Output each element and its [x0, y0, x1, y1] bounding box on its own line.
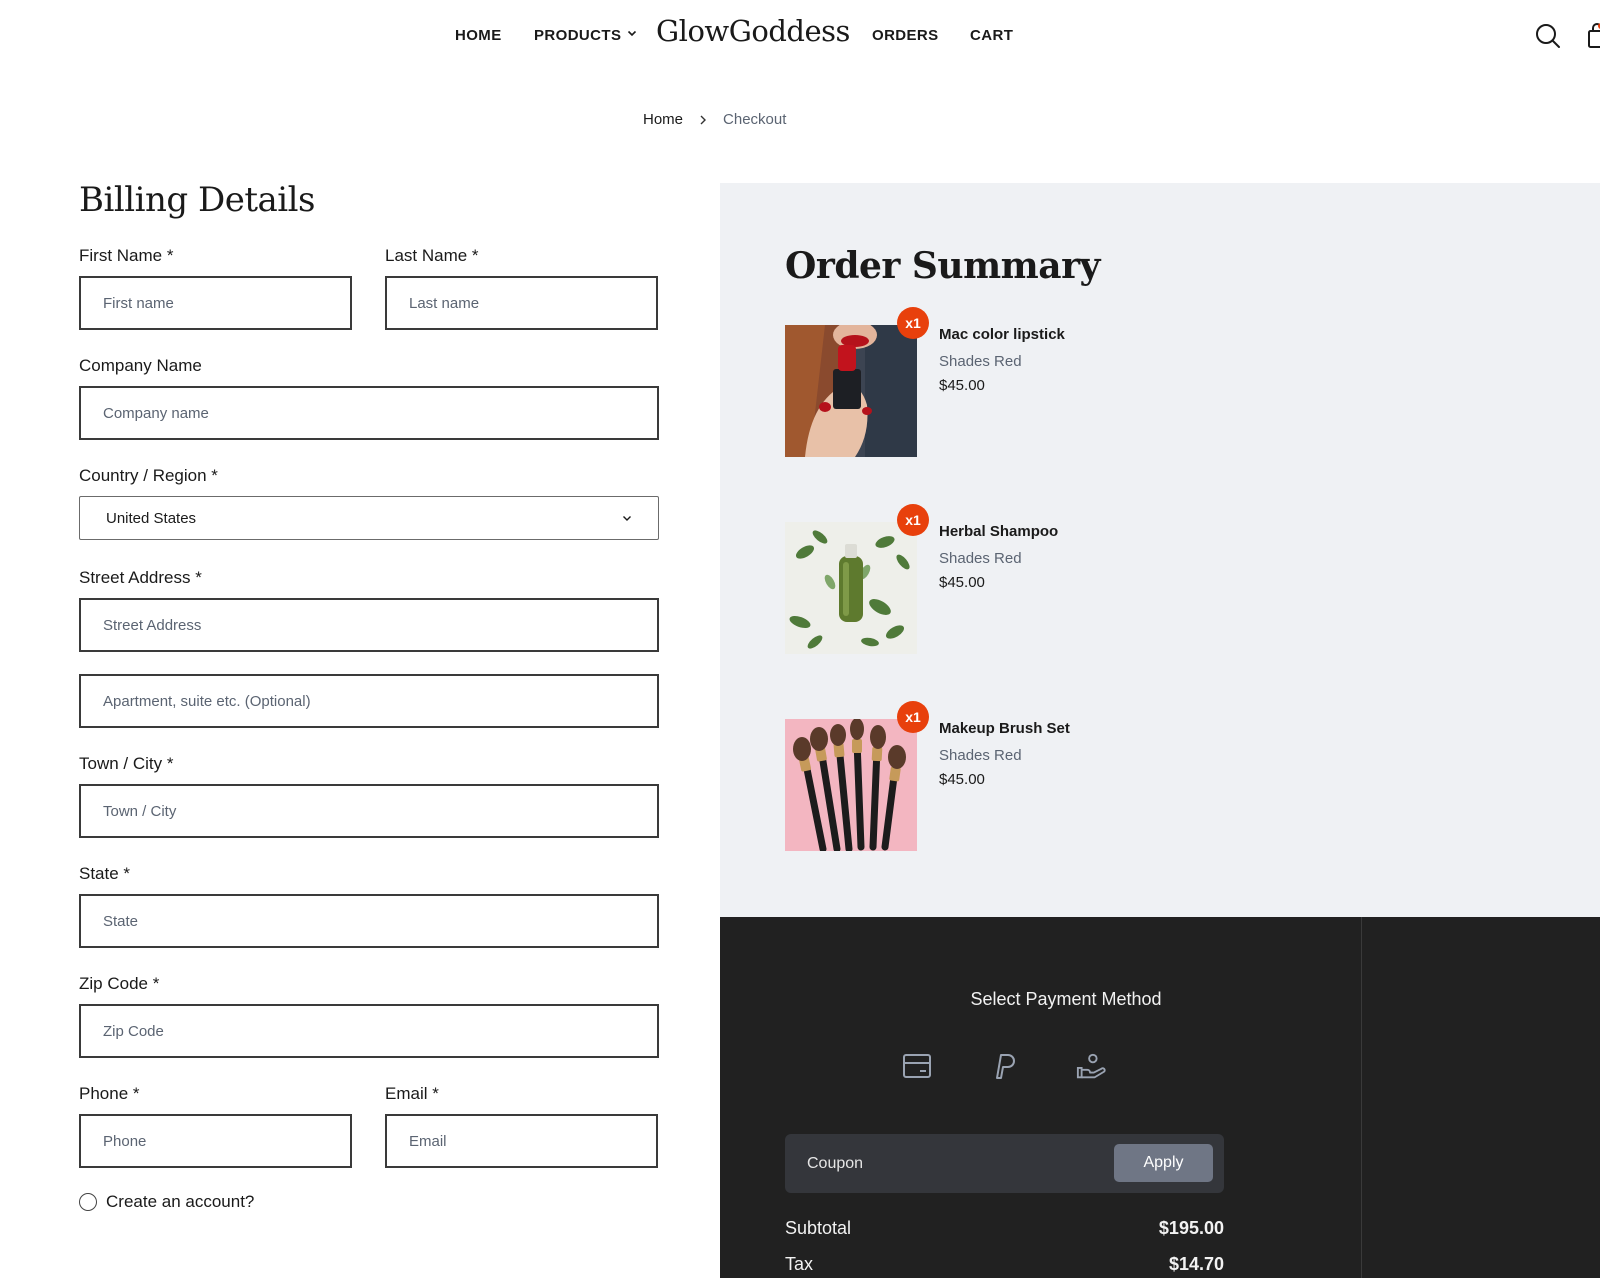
phone-label: Phone *: [79, 1084, 140, 1103]
payment-methods: [902, 1050, 1106, 1082]
subtotal-row: Subtotal $195.00: [785, 1218, 1224, 1239]
nav-orders-link[interactable]: ORDERS: [872, 27, 939, 44]
coupon-box: Apply: [785, 1134, 1224, 1193]
apartment-input[interactable]: [79, 674, 659, 728]
summary-title: Order Summary: [785, 245, 1100, 287]
payment-panel: Select Payment Method Apply Subtotal $19…: [720, 917, 1600, 1278]
brush-set-photo: [785, 719, 917, 851]
item-price: $45.00: [939, 574, 985, 591]
first-name-label: First Name *: [79, 246, 174, 265]
tax-value: $14.70: [1168, 1254, 1224, 1274]
quantity-badge: x1: [897, 307, 929, 339]
top-nav: HOME PRODUCTS GlowGoddess ORDERS CART: [0, 0, 1600, 72]
item-variant: Shades Red: [939, 353, 1022, 370]
phone-input[interactable]: [79, 1114, 352, 1168]
item-name: Herbal Shampoo: [939, 523, 1059, 540]
nav-cart-link[interactable]: CART: [970, 27, 1013, 44]
item-price: $45.00: [939, 771, 985, 788]
company-label: Company Name: [79, 356, 202, 375]
order-item: x1 Herbal Shampoo Shades Red $45.00: [785, 504, 1285, 654]
item-variant: Shades Red: [939, 550, 1022, 567]
country-select[interactable]: United States: [79, 496, 659, 540]
quantity-badge: x1: [897, 504, 929, 536]
email-input[interactable]: [385, 1114, 658, 1168]
panel-divider: [1361, 917, 1362, 1278]
chevron-down-icon: [628, 30, 637, 37]
create-account-label: Create an account?: [106, 1192, 255, 1211]
street-input[interactable]: [79, 598, 659, 652]
company-input[interactable]: [79, 386, 659, 440]
create-account-option[interactable]: Create an account?: [79, 1192, 659, 1212]
breadcrumb-home-link[interactable]: Home: [643, 111, 683, 128]
paypal-icon[interactable]: [989, 1050, 1019, 1082]
order-item: x1 Makeup Brush Set Shades Red $45.00: [785, 701, 1285, 851]
zip-input[interactable]: [79, 1004, 659, 1058]
lipstick-photo: [785, 325, 917, 457]
item-name: Mac color lipstick: [939, 326, 1065, 343]
brand-logo[interactable]: GlowGoddess: [656, 14, 850, 48]
subtotal-label: Subtotal: [785, 1218, 852, 1238]
coupon-input[interactable]: [785, 1134, 1105, 1193]
quantity-badge: x1: [897, 701, 929, 733]
tax-row: Tax $14.70: [785, 1254, 1224, 1275]
billing-form: Billing Details First Name * Last Name *…: [79, 180, 659, 1212]
country-label: Country / Region *: [79, 466, 218, 485]
street-label: Street Address *: [79, 568, 202, 587]
state-input[interactable]: [79, 894, 659, 948]
city-label: Town / City *: [79, 754, 174, 773]
zip-label: Zip Code *: [79, 974, 160, 993]
subtotal-value: $195.00: [1158, 1218, 1224, 1238]
chevron-down-icon: [623, 516, 631, 521]
order-summary: Order Summary x1 Mac color lipstick Shad…: [720, 183, 1600, 917]
payment-title: Select Payment Method: [970, 989, 1162, 1009]
breadcrumb: Home Checkout: [643, 111, 786, 128]
nav-home-link[interactable]: HOME: [455, 27, 502, 44]
shopping-bag-icon[interactable]: [1584, 22, 1600, 50]
nav-products-link[interactable]: PRODUCTS: [534, 27, 637, 44]
order-item: x1 Mac color lipstick Shades Red $45.00: [785, 307, 1285, 457]
first-name-input[interactable]: [79, 276, 352, 330]
item-variant: Shades Red: [939, 747, 1022, 764]
cash-hand-icon[interactable]: [1076, 1050, 1106, 1082]
chevron-right-icon: [700, 115, 707, 124]
search-icon[interactable]: [1534, 22, 1562, 50]
state-label: State *: [79, 864, 131, 883]
city-input[interactable]: [79, 784, 659, 838]
billing-title: Billing Details: [79, 180, 315, 220]
nav-products-label: PRODUCTS: [534, 27, 622, 44]
card-icon[interactable]: [902, 1050, 932, 1082]
create-account-radio[interactable]: [79, 1193, 97, 1211]
last-name-input[interactable]: [385, 276, 658, 330]
tax-label: Tax: [785, 1254, 814, 1274]
breadcrumb-current: Checkout: [723, 111, 787, 128]
last-name-label: Last Name *: [385, 246, 479, 265]
email-label: Email *: [385, 1084, 439, 1103]
item-name: Makeup Brush Set: [939, 720, 1070, 737]
shampoo-photo: [785, 522, 917, 654]
country-value: United States: [106, 509, 197, 527]
apply-coupon-button[interactable]: Apply: [1114, 1144, 1213, 1182]
item-price: $45.00: [939, 377, 985, 394]
